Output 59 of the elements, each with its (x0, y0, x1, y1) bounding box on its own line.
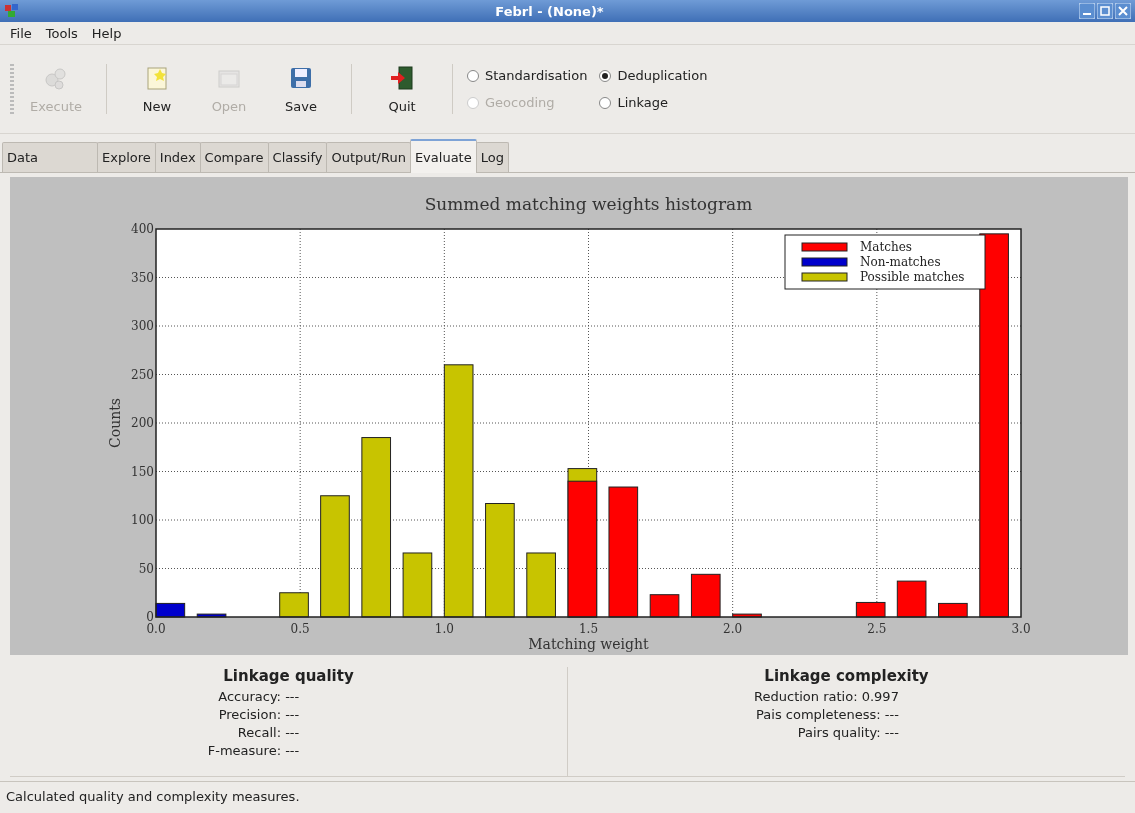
tab[interactable]: Classify (267, 142, 328, 172)
status-text: Calculated quality and complexity measures. (6, 788, 300, 804)
exit-door-icon (389, 64, 415, 91)
measure-text: F-measure: --- (207, 743, 300, 758)
y-tick-label: 250 (131, 367, 154, 382)
toolbar-button[interactable]: Save (265, 60, 337, 118)
legend-label: Possible matches (860, 270, 965, 284)
chart-title: Summed matching weights histogram (424, 194, 753, 214)
x-tick-label: 1.5 (578, 622, 599, 636)
radio-button[interactable] (599, 96, 612, 109)
radio-button[interactable] (599, 69, 612, 82)
radio-button[interactable] (467, 69, 479, 82)
window-title: Febrl - (None)* (494, 3, 605, 19)
section-title: Linkage quality (223, 667, 354, 685)
radio-label[interactable]: Deduplication (617, 68, 708, 83)
measure-text: Accuracy: --- (218, 689, 300, 704)
x-tick-label: 3.0 (1011, 622, 1031, 636)
measure-text: Precision: --- (218, 707, 300, 722)
tab[interactable]: Explore (97, 142, 156, 172)
measure-text: Reduction ratio: 0.997 (754, 689, 899, 704)
y-axis-label: Counts (107, 398, 123, 448)
tab[interactable]: Output/Run (326, 142, 411, 172)
y-tick-label: 100 (131, 513, 154, 527)
x-tick-label: 1.0 (434, 622, 454, 636)
x-tick-label: 0.5 (290, 622, 310, 636)
measure-text: Pairs quality: --- (797, 725, 899, 740)
minimize-icon[interactable] (1079, 3, 1095, 19)
menu-item[interactable]: File (10, 25, 32, 41)
y-tick-label: 300 (131, 319, 154, 333)
radio-label[interactable]: Linkage (617, 95, 669, 110)
y-tick-label: 0 (146, 610, 154, 624)
tab[interactable]: Log (475, 142, 509, 172)
x-tick-label: 2.5 (867, 622, 887, 636)
y-tick-label: 350 (131, 270, 154, 285)
maximize-icon[interactable] (1097, 3, 1113, 19)
x-tick-label: 0.0 (146, 622, 166, 636)
tab[interactable]: Data (2, 142, 98, 172)
toolbar-button[interactable]: New (121, 60, 193, 118)
legend-label: Non-matches (860, 255, 941, 269)
close-icon[interactable] (1115, 3, 1131, 19)
y-tick-label: 50 (138, 561, 154, 576)
measure-text: Pais completeness: --- (756, 707, 899, 722)
toolbar-button[interactable]: Quit (366, 60, 438, 118)
menu-item[interactable]: Tools (45, 25, 78, 41)
tab[interactable]: Compare (199, 142, 269, 172)
x-axis-label: Matching weight (528, 636, 649, 652)
y-tick-label: 200 (131, 416, 154, 430)
tab[interactable]: Evaluate (409, 139, 477, 173)
legend-label: Matches (860, 240, 912, 254)
y-tick-label: 400 (131, 222, 154, 236)
app-logo-icon (4, 3, 20, 19)
y-tick-label: 150 (131, 464, 154, 479)
section-title: Linkage complexity (764, 667, 929, 685)
tab[interactable]: Index (154, 142, 201, 172)
measure-text: Recall: --- (237, 725, 300, 740)
radio-label[interactable]: Standardisation (485, 68, 588, 83)
menu-item[interactable]: Help (91, 25, 122, 41)
x-tick-label: 2.0 (723, 622, 743, 636)
new-document-icon (144, 64, 170, 91)
